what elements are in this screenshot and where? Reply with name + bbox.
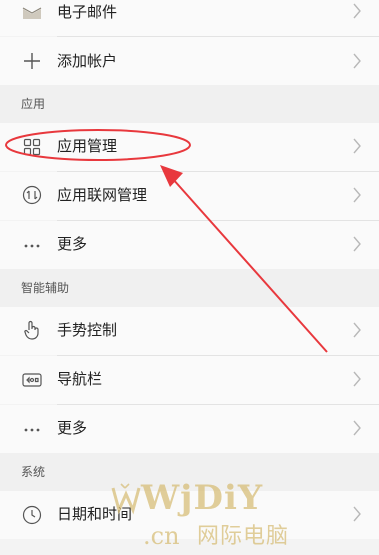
assist-more-row[interactable]: 更多 xyxy=(0,405,379,453)
grid-icon xyxy=(21,136,43,158)
mail-icon xyxy=(21,2,43,24)
section-title: 应用 xyxy=(21,97,46,111)
app-management-label: 应用管理 xyxy=(57,137,118,155)
chevron-right-icon xyxy=(353,420,361,436)
add-account-label: 添加帐户 xyxy=(57,52,118,70)
navigation-bar-row[interactable]: 导航栏 xyxy=(0,356,379,404)
section-title: 智能辅助 xyxy=(21,281,70,295)
apps-more-row[interactable]: 更多 xyxy=(0,221,379,269)
more-icon xyxy=(21,418,43,440)
assist-more-label: 更多 xyxy=(57,419,88,437)
chevron-right-icon xyxy=(353,138,361,154)
app-network-label: 应用联网管理 xyxy=(57,186,148,204)
add-account-row[interactable]: 添加帐户 xyxy=(0,37,379,85)
gesture-control-row[interactable]: 手势控制 xyxy=(0,307,379,355)
apps-more-label: 更多 xyxy=(57,235,88,253)
clock-icon xyxy=(21,504,43,526)
email-label: 电子邮件 xyxy=(57,3,118,21)
email-row[interactable]: 电子邮件 xyxy=(0,0,379,36)
section-header-apps: 应用 xyxy=(0,85,379,123)
app-management-row[interactable]: 应用管理 xyxy=(0,123,379,171)
chevron-right-icon xyxy=(353,187,361,203)
settings-screen: 电子邮件 添加帐户 应用 应用管理 应用联网管理 更多 智能辅助 手势控制 导航… xyxy=(0,0,379,555)
chevron-right-icon xyxy=(353,371,361,387)
navbar-icon xyxy=(21,369,43,391)
more-icon xyxy=(21,234,43,256)
plus-icon xyxy=(21,50,43,72)
chevron-right-icon xyxy=(353,53,361,69)
date-time-row[interactable]: 日期和时间 xyxy=(0,491,379,539)
section-header-assist: 智能辅助 xyxy=(0,269,379,307)
navigation-bar-label: 导航栏 xyxy=(57,370,103,388)
network-icon xyxy=(21,184,43,206)
chevron-right-icon xyxy=(353,3,361,19)
section-header-system: 系统 xyxy=(0,453,379,491)
gesture-control-label: 手势控制 xyxy=(57,321,118,339)
app-network-row[interactable]: 应用联网管理 xyxy=(0,172,379,220)
section-title: 系统 xyxy=(21,465,46,479)
chevron-right-icon xyxy=(353,322,361,338)
chevron-right-icon xyxy=(353,236,361,252)
gesture-icon xyxy=(21,319,43,341)
date-time-label: 日期和时间 xyxy=(57,505,133,523)
chevron-right-icon xyxy=(353,506,361,522)
